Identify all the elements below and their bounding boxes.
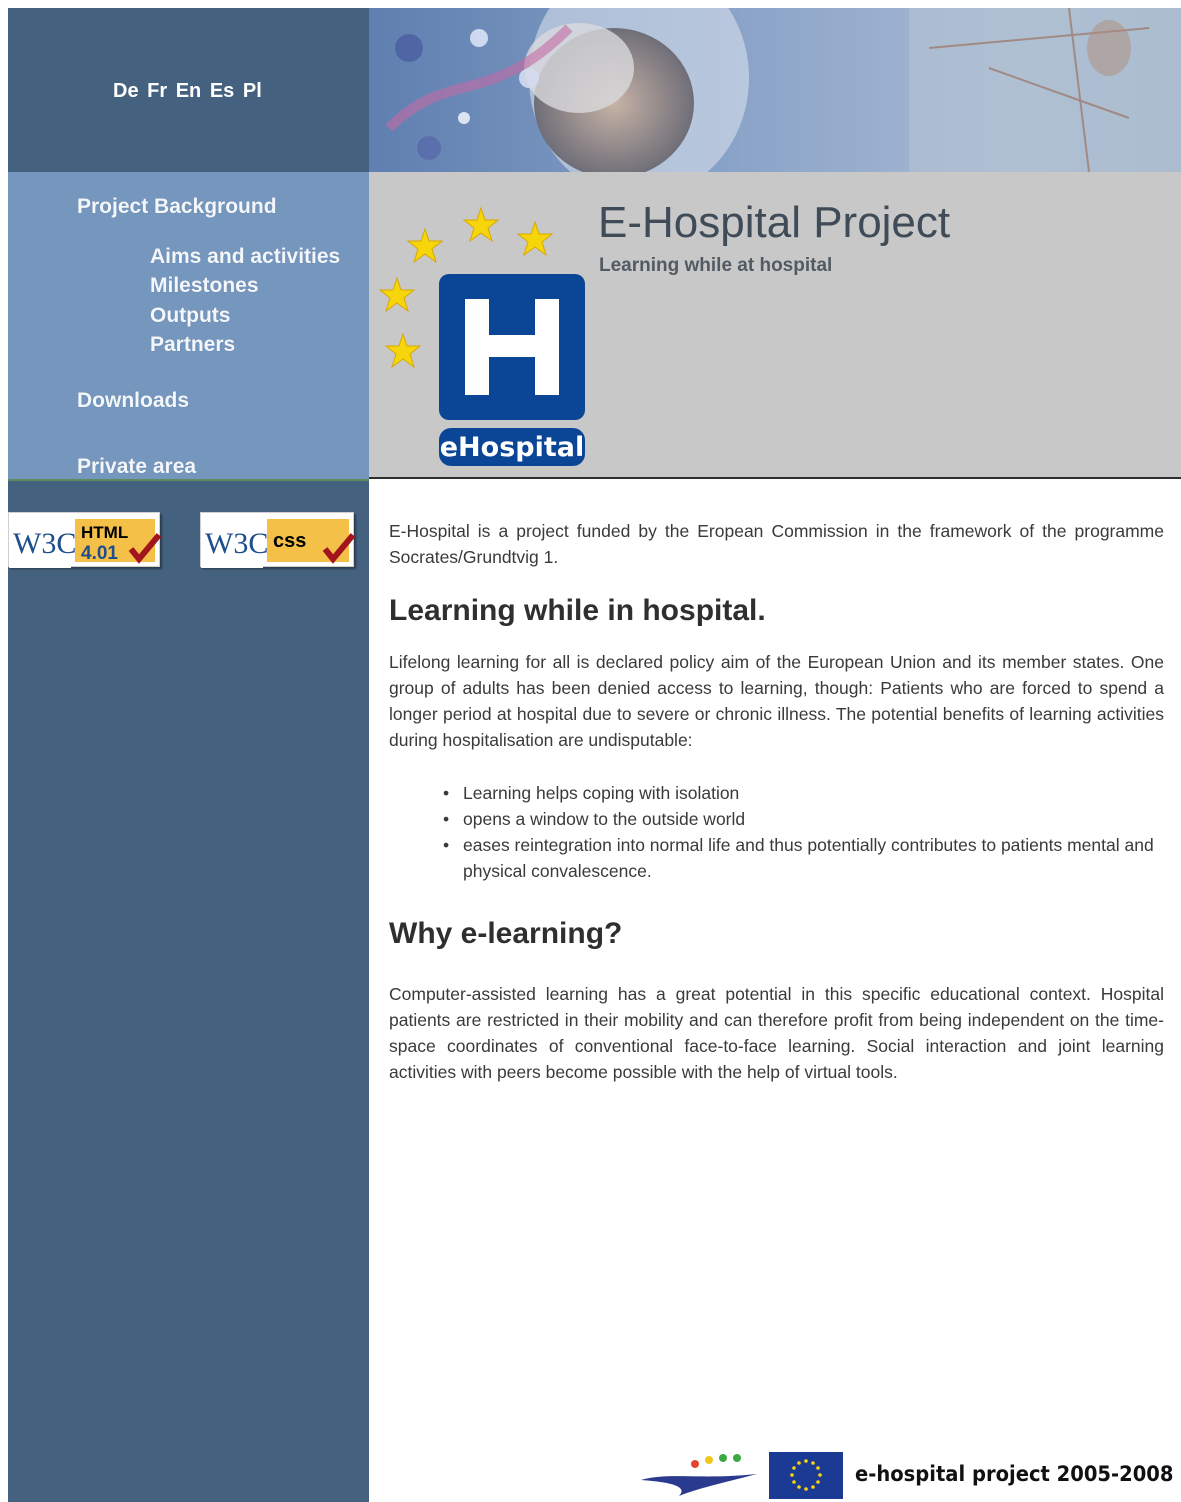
grundtvig-swoosh-logo	[641, 1454, 757, 1496]
nav-project-background[interactable]: Project Background	[77, 195, 277, 219]
main-content: E-Hospital is a project funded by the Er…	[389, 518, 1164, 1085]
star-icon	[406, 227, 444, 264]
language-bar: De Fr En Es Pl	[8, 8, 369, 172]
w3c-logo-text: W3C	[13, 527, 76, 560]
header-photo-banner	[369, 8, 1181, 172]
benefits-list: Learning helps coping with isolation ope…	[443, 780, 1164, 884]
list-item: eases reintegration into normal life and…	[443, 832, 1164, 884]
nav-aims-and-activities[interactable]: Aims and activities	[150, 245, 340, 269]
main-navigation: Project Background Aims and activities M…	[8, 172, 369, 481]
page-subtitle: Learning while at hospital	[599, 255, 833, 276]
list-item: Learning helps coping with isolation	[443, 780, 1164, 806]
logo-text: eHospital	[440, 432, 585, 463]
star-icon	[378, 276, 416, 313]
nav-outputs[interactable]: Outputs	[150, 304, 230, 328]
lang-link-en[interactable]: En	[176, 80, 202, 102]
list-item: opens a window to the outside world	[443, 806, 1164, 832]
star-icon	[462, 206, 500, 243]
lang-link-fr[interactable]: Fr	[147, 80, 167, 102]
nav-partners[interactable]: Partners	[150, 333, 235, 357]
lang-link-es[interactable]: Es	[210, 80, 234, 102]
footer-project-label: e-hospital project 2005-2008	[855, 1462, 1174, 1486]
learning-paragraph: Lifelong learning for all is declared po…	[389, 652, 1164, 750]
w3c-html-badge-graphic: W3C HTML 4.01	[9, 513, 162, 568]
html-badge-version: 4.01	[81, 543, 118, 564]
lang-link-pl[interactable]: Pl	[243, 80, 262, 102]
w3c-logo-text: W3C	[205, 527, 268, 560]
sidebar: De Fr En Es Pl Project Background Aims a…	[8, 8, 369, 1502]
elearning-paragraph: Computer-assisted learning has a great p…	[389, 984, 1164, 1082]
language-links: De Fr En Es Pl	[113, 80, 265, 103]
banner-photo	[369, 8, 1181, 172]
intro-paragraph: E-Hospital is a project funded by the Er…	[389, 521, 1164, 567]
ehospital-logo: eHospital	[378, 206, 585, 466]
heading-learning-in-hospital: Learning while in hospital.	[389, 594, 766, 627]
heading-why-elearning: Why e-learning?	[389, 917, 623, 950]
eu-flag-icon	[769, 1452, 843, 1499]
site-header: eHospital E-Hospital Project Learning wh…	[369, 172, 1181, 479]
star-icon	[384, 332, 422, 369]
star-icon	[516, 220, 554, 257]
nav-private-area[interactable]: Private area	[77, 455, 196, 479]
nav-downloads[interactable]: Downloads	[77, 389, 189, 413]
w3c-css-badge-graphic: W3C css	[201, 513, 356, 568]
footer: e-hospital project 2005-2008	[369, 1440, 1181, 1502]
w3c-css-badge[interactable]: W3C css	[200, 512, 356, 568]
page-title: E-Hospital Project	[598, 198, 951, 247]
css-badge-label: css	[273, 530, 306, 552]
html-badge-label: HTML	[81, 523, 128, 542]
lang-link-de[interactable]: De	[113, 80, 139, 102]
w3c-html-badge[interactable]: W3C HTML 4.01	[8, 512, 162, 568]
nav-milestones[interactable]: Milestones	[150, 274, 259, 298]
